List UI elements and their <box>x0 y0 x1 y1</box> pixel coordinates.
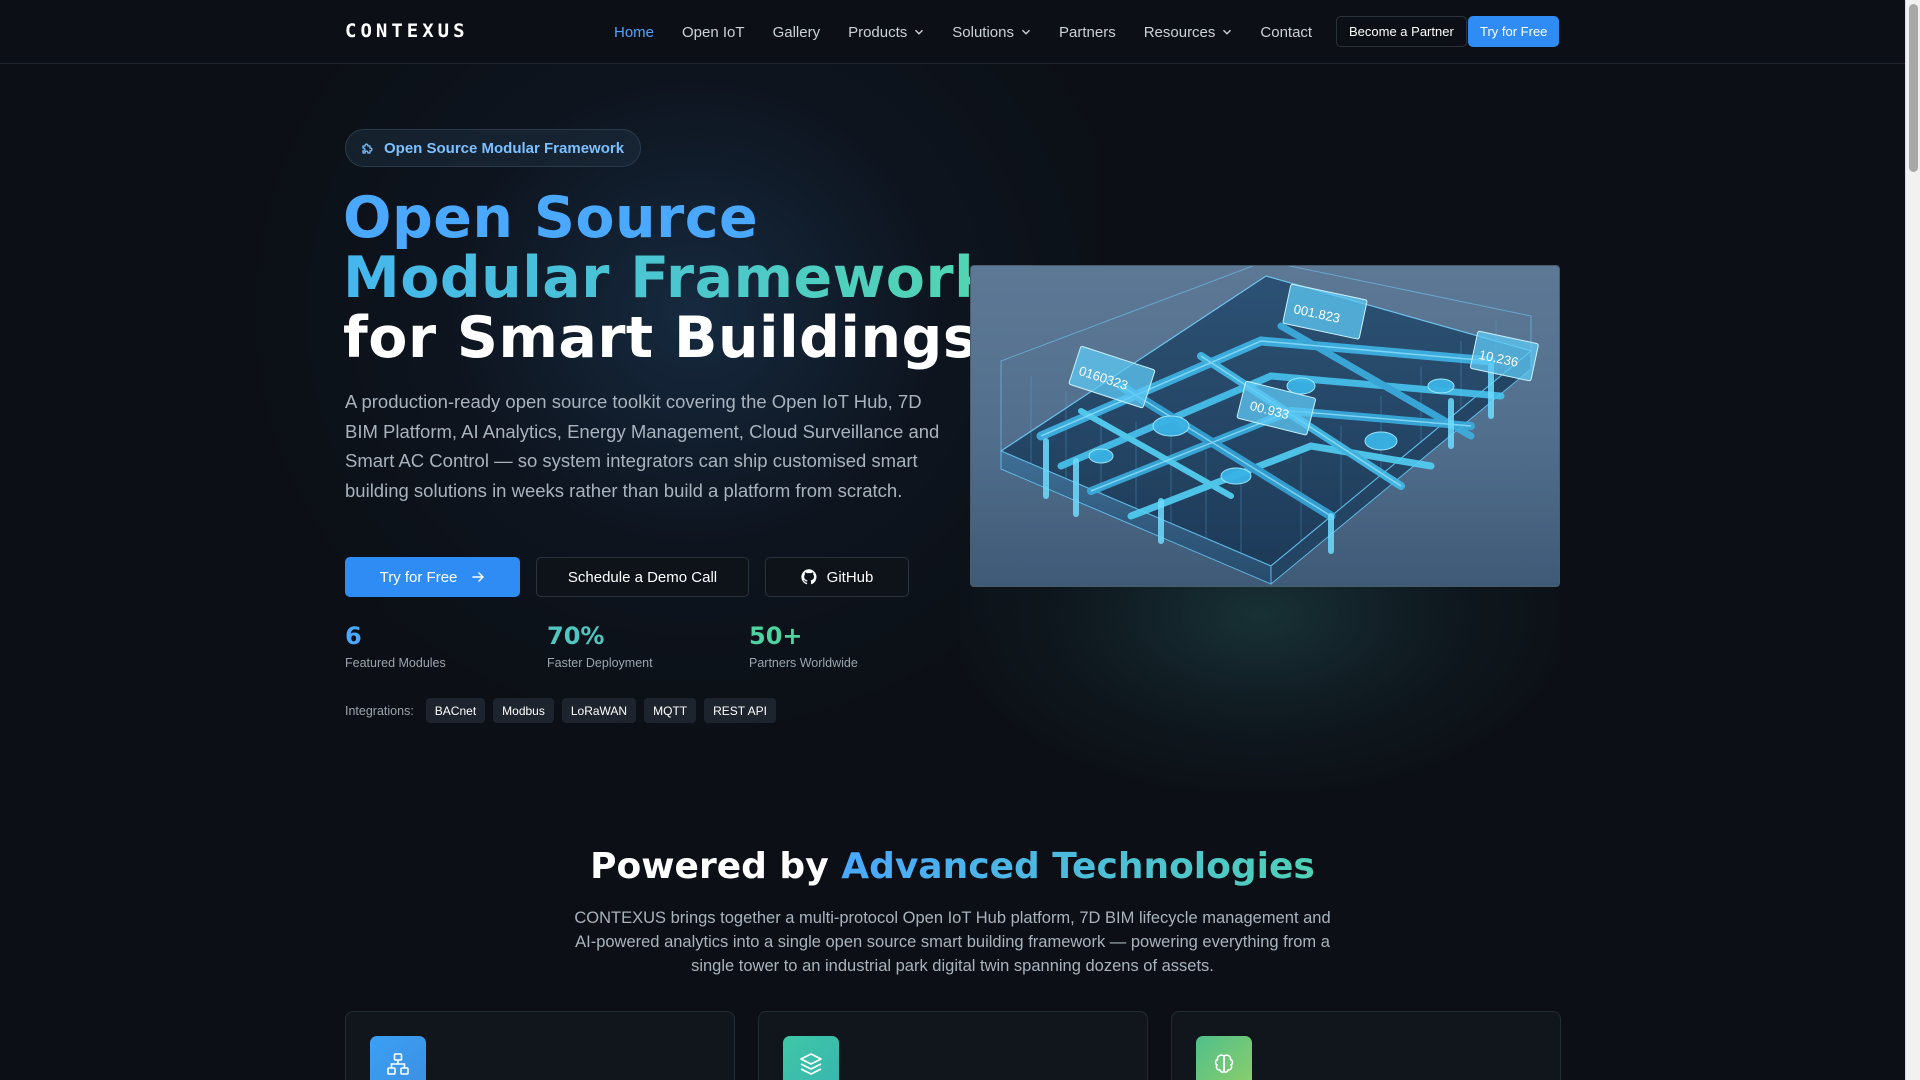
integrations-label: Integrations: <box>345 703 414 718</box>
nav-partners-label: Partners <box>1059 23 1116 41</box>
nav-products-label: Products <box>848 23 908 41</box>
nav-open-iot-label: Open IoT <box>682 23 745 41</box>
nav-gallery-label: Gallery <box>772 23 821 41</box>
layers-icon <box>783 1036 839 1080</box>
arrow-right-icon <box>472 572 485 582</box>
nav-open-iot[interactable]: Open IoT <box>682 24 745 41</box>
stat-label: Faster Deployment <box>547 656 653 670</box>
integration-chip: LoRaWAN <box>561 698 637 723</box>
nav-gallery[interactable]: Gallery <box>773 24 821 41</box>
try-free-button[interactable]: Try for Free <box>345 557 520 597</box>
nav-home[interactable]: Home <box>614 24 654 41</box>
feature-card[interactable] <box>758 1011 1148 1080</box>
chevron-down-icon <box>1022 29 1030 35</box>
stat-value: 50+ <box>749 622 803 650</box>
nav-resources-label: Resources <box>1143 23 1216 41</box>
stat-value: 70% <box>547 622 605 650</box>
headline-line-1: Open Source <box>343 185 759 251</box>
chevron-down-icon <box>915 29 924 35</box>
nav-contact[interactable]: Contact <box>1260 24 1312 41</box>
nav-try-free-button[interactable]: Try for Free <box>1468 16 1560 47</box>
nav-products[interactable]: Products <box>848 24 924 41</box>
feature-card[interactable] <box>345 1011 735 1080</box>
stat-label: Featured Modules <box>345 656 446 670</box>
stat-deployment: 70% Faster Deployment <box>547 620 749 670</box>
feature-card[interactable] <box>1171 1011 1561 1080</box>
become-partner-button[interactable]: Become a Partner <box>1336 16 1467 47</box>
nav-contact-label: Contact <box>1260 23 1313 41</box>
nav-solutions-label: Solutions <box>952 23 1014 41</box>
github-icon <box>801 569 817 585</box>
headline-line-3: for Smart Buildings <box>343 305 978 371</box>
nav-links: Home Open IoT Gallery Products Solutions… <box>614 0 1340 64</box>
github-label: GitHub <box>826 568 874 586</box>
top-navbar: CONTEXUS Home Open IoT Gallery Products … <box>0 0 1905 64</box>
hero-badge: Open Source Modular Framework <box>345 129 642 167</box>
integration-chip: MQTT <box>644 698 697 723</box>
page-scrollbar[interactable] <box>1905 0 1920 1080</box>
hero-badge-label: Open Source Modular Framework <box>384 139 625 157</box>
nav-solutions[interactable]: Solutions <box>952 24 1031 41</box>
section-title: Powered by Advanced Technologies <box>0 846 1905 887</box>
network-icon <box>370 1036 426 1080</box>
hero-headline: Open Source Modular Framework for Smart … <box>343 188 992 368</box>
section-title-accent: Advanced Technologies <box>841 846 1315 887</box>
hero-stats: 6 Featured Modules 70% Faster Deployment… <box>345 620 951 670</box>
nav-partners[interactable]: Partners <box>1059 24 1116 41</box>
integration-chip: Modbus <box>493 698 554 723</box>
chevron-down-icon <box>1223 29 1232 35</box>
integrations: Integrations: BACnet Modbus LoRaWAN MQTT… <box>345 698 776 723</box>
stat-modules: 6 Featured Modules <box>345 620 547 670</box>
brain-icon <box>1196 1036 1252 1080</box>
schedule-demo-button[interactable]: Schedule a Demo Call <box>536 557 749 597</box>
logo[interactable]: CONTEXUS <box>345 20 469 42</box>
stat-partners: 50+ Partners Worldwide <box>749 620 951 670</box>
scrollbar-thumb[interactable] <box>1909 4 1918 172</box>
section-title-plain: Powered by <box>590 846 842 887</box>
hero-building-image: 001.823 0160323 00.933 10.236 <box>970 265 1560 587</box>
stat-value: 6 <box>345 622 362 650</box>
page: CONTEXUS Home Open IoT Gallery Products … <box>0 0 1905 1080</box>
stat-label: Partners Worldwide <box>749 656 858 670</box>
nav-home-label: Home <box>614 23 655 41</box>
integration-chip: REST API <box>704 698 776 723</box>
hero-buttons: Try for Free Schedule a Demo Call GitHub <box>345 557 909 597</box>
try-free-label: Try for Free <box>379 568 458 586</box>
github-button[interactable]: GitHub <box>765 557 909 597</box>
headline-line-2: Modular Framework <box>343 245 993 311</box>
section-description: CONTEXUS brings together a multi-protoco… <box>574 909 1331 975</box>
integration-chip: BACnet <box>425 698 486 723</box>
hero-description: A production-ready open source toolkit c… <box>345 391 940 501</box>
nav-resources[interactable]: Resources <box>1144 24 1233 41</box>
puzzle-icon <box>362 143 373 154</box>
